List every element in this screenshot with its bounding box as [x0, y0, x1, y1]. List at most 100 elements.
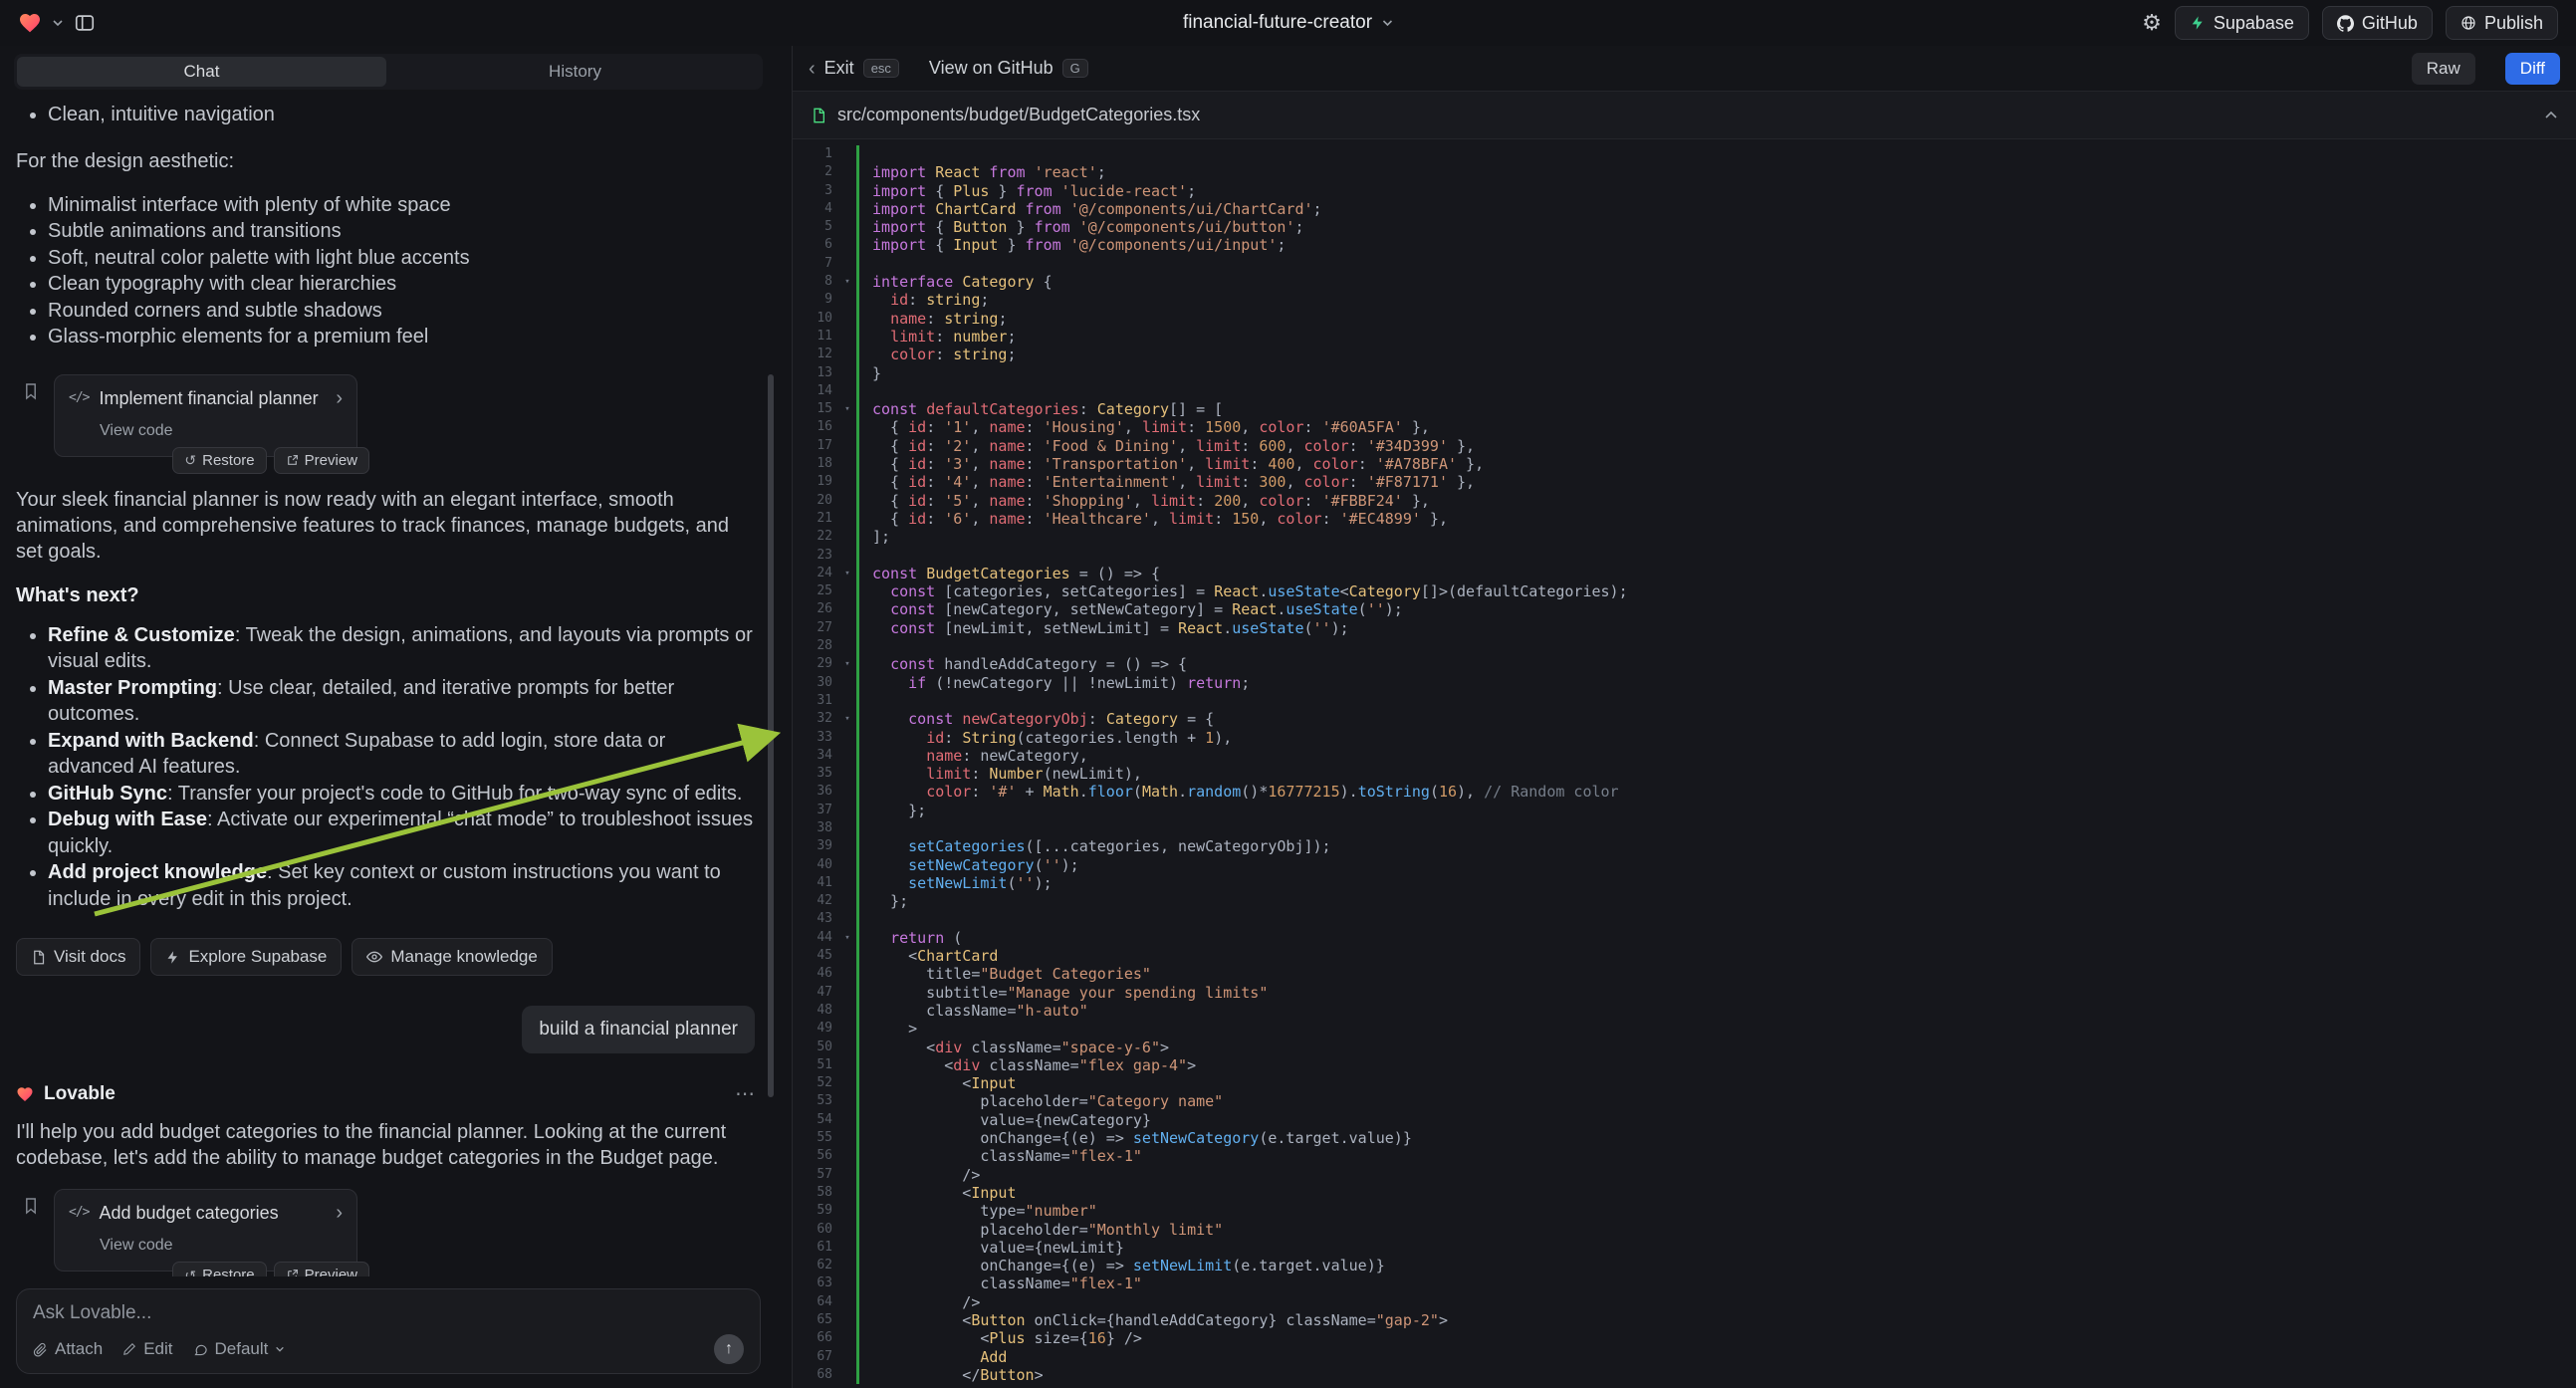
restore-button[interactable]: ↺Restore	[172, 1262, 266, 1276]
sidebar-toggle-icon[interactable]	[74, 12, 96, 34]
fold-caret	[838, 1111, 856, 1129]
line-number: 12	[793, 346, 838, 363]
github-shortcut-badge: G	[1062, 59, 1088, 78]
code-text: </Button>	[856, 1366, 2576, 1384]
bookmark-icon[interactable]	[24, 382, 38, 400]
code-text	[856, 637, 2576, 655]
view-code-link[interactable]: View code	[100, 1233, 343, 1259]
code-line: 63 className="flex-1"	[793, 1274, 2576, 1292]
view-on-github-link[interactable]: View on GitHub G	[929, 58, 1088, 79]
fold-caret	[838, 947, 856, 965]
chat-input[interactable]	[33, 1302, 744, 1324]
main-area: Chat History Clean, intuitive navigation…	[0, 46, 2576, 1388]
fold-caret	[838, 1020, 856, 1038]
whats-next-heading: What's next?	[16, 582, 755, 608]
code-line: 7	[793, 255, 2576, 273]
attach-button[interactable]: Attach	[33, 1339, 103, 1359]
code-line: 47 subtitle="Manage your spending limits…	[793, 984, 2576, 1002]
edit-button[interactable]: Edit	[122, 1339, 172, 1359]
supabase-button[interactable]: Supabase	[2175, 6, 2309, 40]
code-text: const [newLimit, setNewLimit] = React.us…	[856, 619, 2576, 637]
message-menu-icon[interactable]: ⋯	[735, 1081, 755, 1107]
exit-button[interactable]: ‹ Exit esc	[809, 58, 899, 79]
code-text: <Input	[856, 1184, 2576, 1202]
settings-gear-icon[interactable]: ⚙	[2142, 12, 2162, 34]
list-item: Glass-morphic elements for a premium fee…	[48, 324, 755, 350]
preview-button[interactable]: Preview	[274, 447, 369, 474]
send-button[interactable]: ↑	[714, 1334, 744, 1364]
line-number: 7	[793, 255, 838, 273]
quick-actions-row: Visit docs Explore SupabaseManage knowled…	[16, 938, 755, 976]
code-line: 65 <Button onClick={handleAddCategory} c…	[793, 1311, 2576, 1329]
code-line: 67 Add	[793, 1348, 2576, 1366]
line-number: 31	[793, 692, 838, 710]
restore-button[interactable]: ↺Restore	[172, 447, 266, 474]
globe-icon	[2460, 15, 2476, 31]
tab-chat[interactable]: Chat	[17, 57, 386, 87]
code-text: const [categories, setCategories] = Reac…	[856, 582, 2576, 600]
code-text	[856, 547, 2576, 565]
line-number: 29	[793, 655, 838, 673]
code-text: { id: '5', name: 'Shopping', limit: 200,…	[856, 492, 2576, 510]
chat-messages[interactable]: Clean, intuitive navigation For the desi…	[0, 94, 777, 1276]
line-number: 57	[793, 1166, 838, 1184]
chat-mode-selector[interactable]: Default	[193, 1339, 286, 1359]
code-line: 48 className="h-auto"	[793, 1002, 2576, 1020]
project-switcher[interactable]: financial-future-creator	[1183, 12, 1393, 34]
code-text: Add	[856, 1348, 2576, 1366]
diff-toggle-button[interactable]: Diff	[2505, 53, 2560, 85]
code-line: 57 />	[793, 1166, 2576, 1184]
chat-scrollbar-thumb[interactable]	[768, 374, 774, 1097]
code-text: <div className="space-y-6">	[856, 1039, 2576, 1056]
code-line: 10 name: string;	[793, 310, 2576, 328]
code-line: 50 <div className="space-y-6">	[793, 1039, 2576, 1056]
code-text	[856, 145, 2576, 163]
code-text: color: '#' + Math.floor(Math.random()*16…	[856, 783, 2576, 801]
fold-caret	[838, 418, 856, 436]
line-number: 58	[793, 1184, 838, 1202]
knowledge-button[interactable]: Manage knowledge	[351, 938, 552, 976]
line-number: 8	[793, 273, 838, 291]
line-number: 10	[793, 310, 838, 328]
file-path-bar[interactable]: src/components/budget/BudgetCategories.t…	[793, 92, 2576, 139]
raw-toggle-button[interactable]: Raw	[2412, 53, 2475, 85]
line-number: 39	[793, 837, 838, 855]
partial-bullet-list: Clean, intuitive navigation	[16, 102, 755, 128]
publish-button[interactable]: Publish	[2446, 6, 2558, 40]
code-line: 62 onChange={(e) => setNewLimit(e.target…	[793, 1257, 2576, 1274]
line-number: 35	[793, 765, 838, 783]
supabase-button[interactable]: Explore Supabase	[150, 938, 342, 976]
supabase-icon	[165, 950, 180, 965]
line-number: 11	[793, 328, 838, 346]
code-line: 22];	[793, 528, 2576, 546]
code-editor[interactable]: 12import React from 'react';3import { Pl…	[793, 139, 2576, 1388]
line-number: 1	[793, 145, 838, 163]
doc-button[interactable]: Visit docs	[16, 938, 140, 976]
collapse-chevron-up-icon[interactable]	[2544, 109, 2558, 122]
fold-caret	[838, 582, 856, 600]
line-number: 66	[793, 1329, 838, 1347]
line-number: 48	[793, 1002, 838, 1020]
code-text: { id: '4', name: 'Entertainment', limit:…	[856, 473, 2576, 491]
code-line: 36 color: '#' + Math.floor(Math.random()…	[793, 783, 2576, 801]
line-number: 33	[793, 729, 838, 747]
fold-caret	[838, 510, 856, 528]
add-budget-categories-card[interactable]: </> Add budget categories › View code	[54, 1189, 357, 1272]
bookmark-icon[interactable]	[24, 1197, 38, 1215]
fold-caret	[838, 1257, 856, 1274]
implement-planner-card[interactable]: </> Implement financial planner › View c…	[54, 374, 357, 457]
view-code-link[interactable]: View code	[100, 418, 343, 444]
code-line: 66 <Plus size={16} />	[793, 1329, 2576, 1347]
github-button[interactable]: GitHub	[2322, 6, 2433, 40]
lovable-logo-heart-icon[interactable]	[18, 11, 42, 35]
chat-bubble-icon	[193, 1342, 208, 1357]
preview-button[interactable]: Preview	[274, 1262, 369, 1276]
fold-caret	[838, 619, 856, 637]
chevron-right-icon: ›	[336, 388, 343, 408]
code-text: const BudgetCategories = () => {	[856, 565, 2576, 582]
tab-history[interactable]: History	[390, 57, 760, 87]
code-line: 9 id: string;	[793, 291, 2576, 309]
code-text: if (!newCategory || !newLimit) return;	[856, 674, 2576, 692]
logo-chevron-down-icon[interactable]	[52, 17, 64, 29]
code-text	[856, 692, 2576, 710]
